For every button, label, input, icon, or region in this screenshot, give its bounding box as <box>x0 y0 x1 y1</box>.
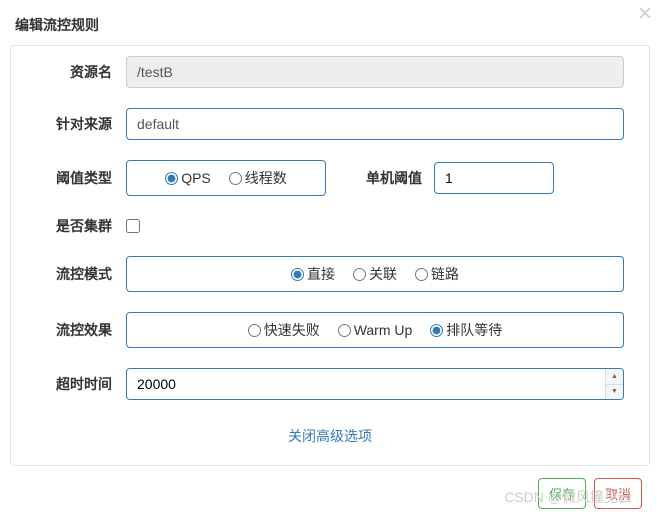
row-strategy: 流控模式 直接 关联 链路 <box>36 256 624 292</box>
radio-qps-input[interactable] <box>165 172 178 185</box>
row-cluster: 是否集群 <box>36 216 624 236</box>
radio-direct[interactable]: 直接 <box>291 264 335 284</box>
radio-fastfail-input[interactable] <box>248 324 261 337</box>
spinner-up-icon[interactable]: ▲ <box>606 369 623 385</box>
radio-group-strategy: 直接 关联 链路 <box>126 256 624 292</box>
radio-queue-input[interactable] <box>430 324 443 337</box>
label-timeout: 超时时间 <box>36 374 126 394</box>
input-resource-name <box>126 56 624 88</box>
row-grade-type: 阈值类型 QPS 线程数 单机阈值 <box>36 160 624 196</box>
radio-chain-input[interactable] <box>415 268 428 281</box>
label-cluster: 是否集群 <box>36 216 126 236</box>
modal-header: 编辑流控规则 × <box>0 0 660 45</box>
edit-flow-rule-modal: 编辑流控规则 × 资源名 针对来源 阈值类型 QPS <box>0 0 660 517</box>
label-strategy: 流控模式 <box>36 264 126 284</box>
spinner-timeout[interactable]: ▲ ▼ <box>605 369 623 399</box>
radio-queue[interactable]: 排队等待 <box>430 320 502 340</box>
modal-footer: 保存 取消 <box>0 466 660 517</box>
label-limit-app: 针对来源 <box>36 114 126 134</box>
label-grade-type: 阈值类型 <box>36 168 126 188</box>
row-resource-name: 资源名 <box>36 56 624 88</box>
label-control-behavior: 流控效果 <box>36 320 126 340</box>
radio-thread-input[interactable] <box>229 172 242 185</box>
modal-body: 资源名 针对来源 阈值类型 QPS 线程数 <box>10 45 650 466</box>
radio-fastfail[interactable]: 快速失败 <box>248 320 320 340</box>
cancel-button[interactable]: 取消 <box>594 478 642 509</box>
row-control-behavior: 流控效果 快速失败 Warm Up 排队等待 <box>36 312 624 348</box>
radio-relate-input[interactable] <box>353 268 366 281</box>
toggle-advanced-link[interactable]: 关闭高级选项 <box>36 420 624 450</box>
input-timeout[interactable] <box>126 368 624 400</box>
input-single-threshold[interactable] <box>434 162 554 194</box>
modal-title: 编辑流控规则 <box>15 17 99 33</box>
radio-group-grade: QPS 线程数 <box>126 160 326 196</box>
radio-chain[interactable]: 链路 <box>415 264 459 284</box>
radio-qps[interactable]: QPS <box>165 168 211 188</box>
close-icon[interactable]: × <box>638 2 652 26</box>
radio-direct-input[interactable] <box>291 268 304 281</box>
spinner-down-icon[interactable]: ▼ <box>606 385 623 400</box>
label-resource-name: 资源名 <box>36 62 126 82</box>
checkbox-cluster[interactable] <box>126 219 140 233</box>
radio-thread[interactable]: 线程数 <box>229 168 287 188</box>
radio-relate[interactable]: 关联 <box>353 264 397 284</box>
row-limit-app: 针对来源 <box>36 108 624 140</box>
radio-warmup[interactable]: Warm Up <box>338 320 413 340</box>
save-button[interactable]: 保存 <box>538 478 586 509</box>
radio-warmup-input[interactable] <box>338 324 351 337</box>
input-limit-app[interactable] <box>126 108 624 140</box>
row-timeout: 超时时间 ▲ ▼ <box>36 368 624 400</box>
label-single-threshold: 单机阈值 <box>326 168 434 188</box>
radio-group-behavior: 快速失败 Warm Up 排队等待 <box>126 312 624 348</box>
